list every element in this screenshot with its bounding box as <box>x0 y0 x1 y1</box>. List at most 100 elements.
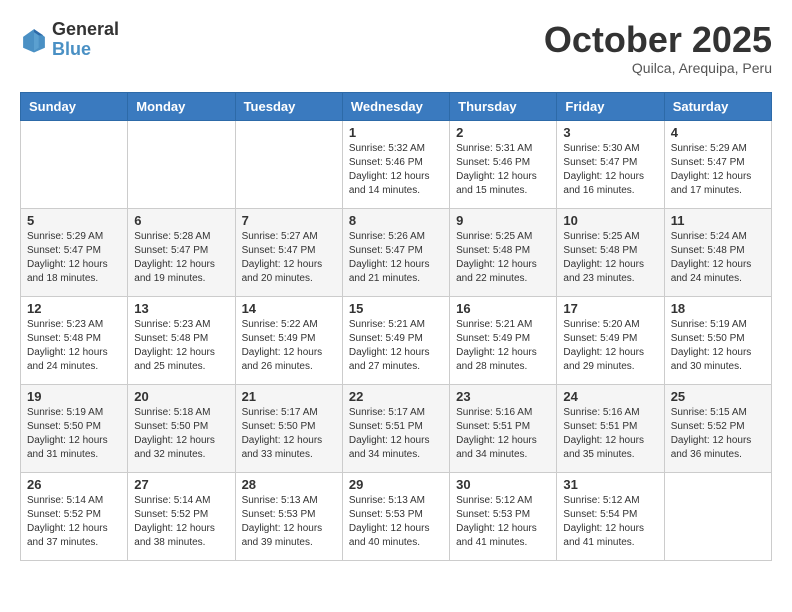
location-subtitle: Quilca, Arequipa, Peru <box>544 60 772 76</box>
weekday-header-saturday: Saturday <box>664 92 771 120</box>
weekday-header-wednesday: Wednesday <box>342 92 449 120</box>
weekday-header-friday: Friday <box>557 92 664 120</box>
day-cell: 7 Sunrise: 5:27 AM Sunset: 5:47 PM Daylig… <box>235 208 342 296</box>
day-number: 2 <box>456 125 550 140</box>
day-info: Sunrise: 5:29 AM Sunset: 5:47 PM Dayligh… <box>671 142 765 198</box>
weekday-header-tuesday: Tuesday <box>235 92 342 120</box>
week-row-5: 26 Sunrise: 5:14 AM Sunset: 5:52 PM Dayli… <box>21 472 772 560</box>
day-number: 30 <box>456 477 550 492</box>
day-number: 15 <box>349 301 443 316</box>
day-info: Sunrise: 5:31 AM Sunset: 5:46 PM Dayligh… <box>456 142 550 198</box>
logo-text: General Blue <box>52 20 119 60</box>
day-info: Sunrise: 5:32 AM Sunset: 5:46 PM Dayligh… <box>349 142 443 198</box>
month-title: October 2025 <box>544 20 772 60</box>
day-cell: 13 Sunrise: 5:23 AM Sunset: 5:48 PM Dayli… <box>128 296 235 384</box>
day-cell <box>235 120 342 208</box>
day-cell: 12 Sunrise: 5:23 AM Sunset: 5:48 PM Dayli… <box>21 296 128 384</box>
day-info: Sunrise: 5:22 AM Sunset: 5:49 PM Dayligh… <box>242 318 336 374</box>
day-cell: 18 Sunrise: 5:19 AM Sunset: 5:50 PM Dayli… <box>664 296 771 384</box>
week-row-3: 12 Sunrise: 5:23 AM Sunset: 5:48 PM Dayli… <box>21 296 772 384</box>
day-info: Sunrise: 5:29 AM Sunset: 5:47 PM Dayligh… <box>27 230 121 286</box>
day-number: 27 <box>134 477 228 492</box>
day-info: Sunrise: 5:27 AM Sunset: 5:47 PM Dayligh… <box>242 230 336 286</box>
day-cell: 31Sunrise: 5:12 AM Sunset: 5:54 PM Dayli… <box>557 472 664 560</box>
day-info: Sunrise: 5:13 AM Sunset: 5:53 PM Dayligh… <box>349 494 443 550</box>
logo-icon <box>20 26 48 54</box>
day-cell <box>664 472 771 560</box>
day-cell <box>128 120 235 208</box>
day-number: 7 <box>242 213 336 228</box>
day-info: Sunrise: 5:19 AM Sunset: 5:50 PM Dayligh… <box>671 318 765 374</box>
title-block: October 2025 Quilca, Arequipa, Peru <box>544 20 772 76</box>
day-cell: 29Sunrise: 5:13 AM Sunset: 5:53 PM Dayli… <box>342 472 449 560</box>
day-info: Sunrise: 5:20 AM Sunset: 5:49 PM Dayligh… <box>563 318 657 374</box>
day-info: Sunrise: 5:16 AM Sunset: 5:51 PM Dayligh… <box>563 406 657 462</box>
day-cell <box>21 120 128 208</box>
day-info: Sunrise: 5:30 AM Sunset: 5:47 PM Dayligh… <box>563 142 657 198</box>
day-cell: 24 Sunrise: 5:16 AM Sunset: 5:51 PM Dayli… <box>557 384 664 472</box>
day-info: Sunrise: 5:16 AM Sunset: 5:51 PM Dayligh… <box>456 406 550 462</box>
day-cell: 26 Sunrise: 5:14 AM Sunset: 5:52 PM Dayli… <box>21 472 128 560</box>
day-cell: 23 Sunrise: 5:16 AM Sunset: 5:51 PM Dayli… <box>450 384 557 472</box>
day-info: Sunrise: 5:18 AM Sunset: 5:50 PM Dayligh… <box>134 406 228 462</box>
day-number: 11 <box>671 213 765 228</box>
day-info: Sunrise: 5:25 AM Sunset: 5:48 PM Dayligh… <box>563 230 657 286</box>
day-info: Sunrise: 5:24 AM Sunset: 5:48 PM Dayligh… <box>671 230 765 286</box>
day-cell: 9Sunrise: 5:25 AM Sunset: 5:48 PM Daylig… <box>450 208 557 296</box>
page-header: General Blue October 2025 Quilca, Arequi… <box>20 20 772 76</box>
day-number: 26 <box>27 477 121 492</box>
day-cell: 14 Sunrise: 5:22 AM Sunset: 5:49 PM Dayli… <box>235 296 342 384</box>
day-number: 13 <box>134 301 228 316</box>
day-cell: 1 Sunrise: 5:32 AM Sunset: 5:46 PM Daylig… <box>342 120 449 208</box>
week-row-2: 5 Sunrise: 5:29 AM Sunset: 5:47 PM Daylig… <box>21 208 772 296</box>
day-cell: 28 Sunrise: 5:13 AM Sunset: 5:53 PM Dayli… <box>235 472 342 560</box>
day-number: 4 <box>671 125 765 140</box>
day-number: 31 <box>563 477 657 492</box>
day-cell: 20 Sunrise: 5:18 AM Sunset: 5:50 PM Dayli… <box>128 384 235 472</box>
day-number: 17 <box>563 301 657 316</box>
logo: General Blue <box>20 20 119 60</box>
day-cell: 30 Sunrise: 5:12 AM Sunset: 5:53 PM Dayli… <box>450 472 557 560</box>
weekday-header-row: SundayMondayTuesdayWednesdayThursdayFrid… <box>21 92 772 120</box>
day-number: 8 <box>349 213 443 228</box>
week-row-1: 1 Sunrise: 5:32 AM Sunset: 5:46 PM Daylig… <box>21 120 772 208</box>
day-info: Sunrise: 5:21 AM Sunset: 5:49 PM Dayligh… <box>456 318 550 374</box>
day-number: 23 <box>456 389 550 404</box>
day-info: Sunrise: 5:12 AM Sunset: 5:53 PM Dayligh… <box>456 494 550 550</box>
day-number: 22 <box>349 389 443 404</box>
week-row-4: 19Sunrise: 5:19 AM Sunset: 5:50 PM Dayli… <box>21 384 772 472</box>
day-cell: 19Sunrise: 5:19 AM Sunset: 5:50 PM Dayli… <box>21 384 128 472</box>
day-cell: 3Sunrise: 5:30 AM Sunset: 5:47 PM Daylig… <box>557 120 664 208</box>
calendar-table: SundayMondayTuesdayWednesdayThursdayFrid… <box>20 92 772 561</box>
day-number: 9 <box>456 213 550 228</box>
day-number: 18 <box>671 301 765 316</box>
day-cell: 5 Sunrise: 5:29 AM Sunset: 5:47 PM Daylig… <box>21 208 128 296</box>
day-info: Sunrise: 5:26 AM Sunset: 5:47 PM Dayligh… <box>349 230 443 286</box>
day-number: 5 <box>27 213 121 228</box>
day-number: 12 <box>27 301 121 316</box>
weekday-header-monday: Monday <box>128 92 235 120</box>
day-info: Sunrise: 5:19 AM Sunset: 5:50 PM Dayligh… <box>27 406 121 462</box>
day-number: 28 <box>242 477 336 492</box>
day-info: Sunrise: 5:14 AM Sunset: 5:52 PM Dayligh… <box>134 494 228 550</box>
day-info: Sunrise: 5:13 AM Sunset: 5:53 PM Dayligh… <box>242 494 336 550</box>
day-number: 20 <box>134 389 228 404</box>
day-info: Sunrise: 5:17 AM Sunset: 5:50 PM Dayligh… <box>242 406 336 462</box>
day-info: Sunrise: 5:17 AM Sunset: 5:51 PM Dayligh… <box>349 406 443 462</box>
day-info: Sunrise: 5:28 AM Sunset: 5:47 PM Dayligh… <box>134 230 228 286</box>
day-info: Sunrise: 5:23 AM Sunset: 5:48 PM Dayligh… <box>134 318 228 374</box>
weekday-header-thursday: Thursday <box>450 92 557 120</box>
day-number: 24 <box>563 389 657 404</box>
day-cell: 2 Sunrise: 5:31 AM Sunset: 5:46 PM Daylig… <box>450 120 557 208</box>
day-number: 14 <box>242 301 336 316</box>
day-info: Sunrise: 5:23 AM Sunset: 5:48 PM Dayligh… <box>27 318 121 374</box>
day-info: Sunrise: 5:14 AM Sunset: 5:52 PM Dayligh… <box>27 494 121 550</box>
day-cell: 15Sunrise: 5:21 AM Sunset: 5:49 PM Dayli… <box>342 296 449 384</box>
day-number: 6 <box>134 213 228 228</box>
day-number: 25 <box>671 389 765 404</box>
day-cell: 16 Sunrise: 5:21 AM Sunset: 5:49 PM Dayli… <box>450 296 557 384</box>
day-number: 16 <box>456 301 550 316</box>
day-number: 1 <box>349 125 443 140</box>
weekday-header-sunday: Sunday <box>21 92 128 120</box>
day-cell: 27 Sunrise: 5:14 AM Sunset: 5:52 PM Dayli… <box>128 472 235 560</box>
